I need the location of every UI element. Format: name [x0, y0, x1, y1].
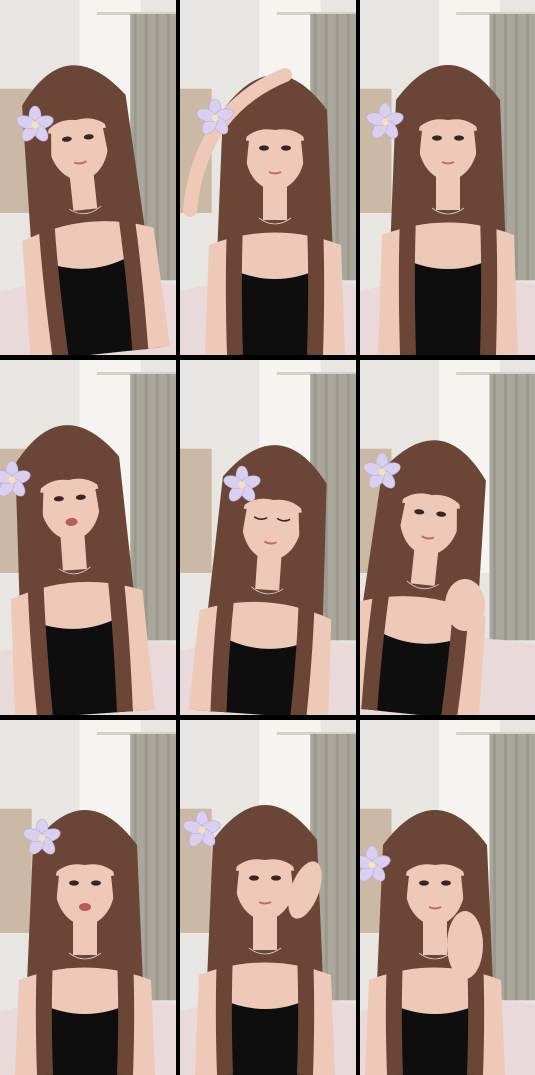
portrait-image — [360, 360, 535, 715]
photo-tile-7 — [0, 720, 176, 1075]
photo-collage-grid — [0, 0, 535, 1075]
photo-tile-3 — [360, 0, 535, 355]
curtain — [489, 374, 535, 641]
curtain — [489, 734, 535, 1001]
photo-tile-1 — [0, 0, 176, 355]
portrait-image — [180, 360, 356, 715]
photo-tile-6 — [360, 360, 535, 715]
portrait-image — [360, 720, 535, 1075]
photo-tile-9 — [360, 720, 535, 1075]
portrait-image — [0, 0, 176, 355]
portrait-image — [0, 360, 176, 715]
portrait-image — [360, 0, 535, 355]
photo-tile-4 — [0, 360, 176, 715]
photo-tile-8 — [180, 720, 356, 1075]
portrait-image — [180, 0, 356, 355]
portrait-image — [0, 720, 176, 1075]
photo-tile-5 — [180, 360, 356, 715]
photo-tile-2 — [180, 0, 356, 355]
portrait-image — [180, 720, 356, 1075]
